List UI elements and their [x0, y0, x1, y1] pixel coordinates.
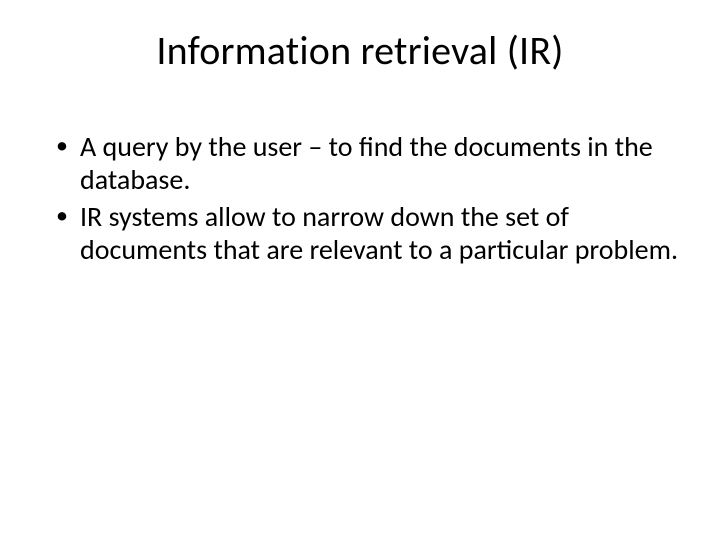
- slide-body: A query by the user – to find the docume…: [54, 130, 678, 270]
- slide: Information retrieval (IR) A query by th…: [0, 0, 720, 540]
- bullet-list: A query by the user – to find the docume…: [54, 130, 678, 266]
- list-item: IR systems allow to narrow down the set …: [54, 200, 678, 266]
- list-item: A query by the user – to find the docume…: [54, 130, 678, 196]
- slide-title: Information retrieval (IR): [0, 26, 720, 75]
